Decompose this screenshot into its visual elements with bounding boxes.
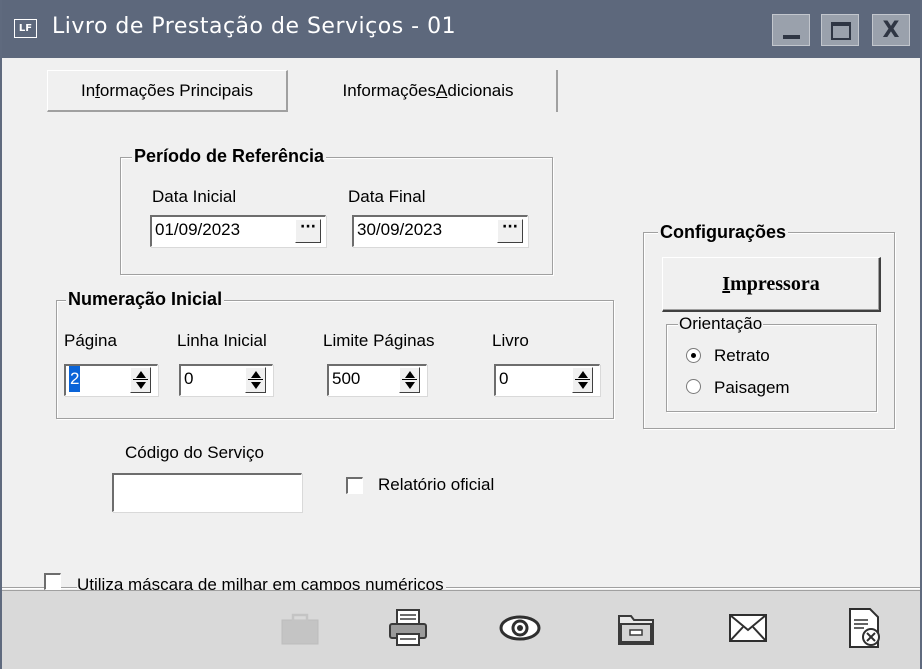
livro-value: 0 (499, 369, 509, 388)
preview-eye-icon[interactable] (498, 606, 542, 650)
tab-informacoes-principais[interactable]: In f ormações Principais (47, 70, 288, 112)
data-final-value: 30/09/2023 (357, 220, 443, 239)
close-window-button[interactable]: X (872, 14, 910, 46)
close-icon: X (882, 17, 900, 43)
limite-paginas-label: Limite Páginas (323, 331, 435, 350)
folder-icon[interactable] (614, 606, 658, 650)
codigo-servico-field[interactable] (112, 473, 302, 512)
orientacao-legend: Orientação (678, 314, 764, 334)
data-inicial-value: 01/09/2023 (155, 220, 241, 239)
pagina-label: Página (64, 331, 117, 350)
codigo-servico-label: Código do Serviço (125, 443, 264, 462)
app-logo-icon: LF (14, 19, 37, 38)
pagina-spin-button[interactable] (130, 367, 151, 393)
tab-informacoes-adicionais[interactable]: Informações Adicionais (300, 70, 558, 112)
livro-spin-button[interactable] (572, 367, 593, 393)
mascara-milhar-checkbox[interactable] (44, 573, 61, 590)
linha-inicial-spin-button[interactable] (245, 367, 266, 393)
configuracoes-legend: Configurações (658, 222, 789, 242)
tab-label-accelerator: A (436, 81, 448, 100)
close-document-icon[interactable] (842, 606, 886, 650)
briefcase-icon (278, 606, 322, 650)
periodo-legend: Período de Referência (132, 146, 327, 166)
impressora-button[interactable]: Impressora (662, 257, 881, 312)
window-title: Livro de Prestação de Serviços - 01 (52, 14, 457, 39)
data-final-picker-button[interactable]: ··· (497, 219, 523, 243)
retrato-radio[interactable] (686, 348, 701, 363)
maximize-button[interactable] (821, 14, 859, 46)
report-dialog-window: LF Livro de Prestação de Serviços - 01 X… (0, 0, 922, 669)
minimize-button[interactable] (772, 14, 810, 46)
bottom-toolbar (2, 590, 920, 669)
orientacao-groupbox (666, 324, 877, 412)
impressora-label: mpressora (730, 272, 820, 295)
printer-icon[interactable] (386, 606, 430, 650)
linha-inicial-value: 0 (184, 369, 194, 388)
tab-label-rest: dicionais (447, 81, 514, 100)
paisagem-label[interactable]: Paisagem (714, 378, 790, 398)
limite-paginas-value: 500 (332, 369, 361, 388)
title-bar[interactable]: LF Livro de Prestação de Serviços - 01 X (2, 0, 920, 58)
tab-label-rest: ormações Principais (99, 80, 253, 100)
pagina-value: 2 (69, 366, 81, 392)
relatorio-oficial-label[interactable]: Relatório oficial (378, 475, 494, 495)
data-inicial-picker-button[interactable]: ··· (295, 219, 321, 243)
tab-label-prefix: Informações (342, 81, 437, 100)
linha-inicial-label: Linha Inicial (177, 331, 267, 350)
data-inicial-label: Data Inicial (152, 187, 237, 206)
limite-paginas-spin-button[interactable] (399, 367, 420, 393)
paisagem-radio[interactable] (686, 379, 701, 394)
mail-icon[interactable] (726, 606, 770, 650)
numeracao-groupbox (56, 300, 614, 419)
tab-label-prefix: In (81, 80, 96, 100)
impressora-accelerator: I (722, 272, 731, 295)
numeracao-legend: Numeração Inicial (66, 289, 225, 309)
retrato-label[interactable]: Retrato (714, 346, 770, 366)
data-final-label: Data Final (348, 187, 426, 206)
livro-label: Livro (492, 331, 529, 350)
relatorio-oficial-checkbox[interactable] (346, 477, 363, 494)
